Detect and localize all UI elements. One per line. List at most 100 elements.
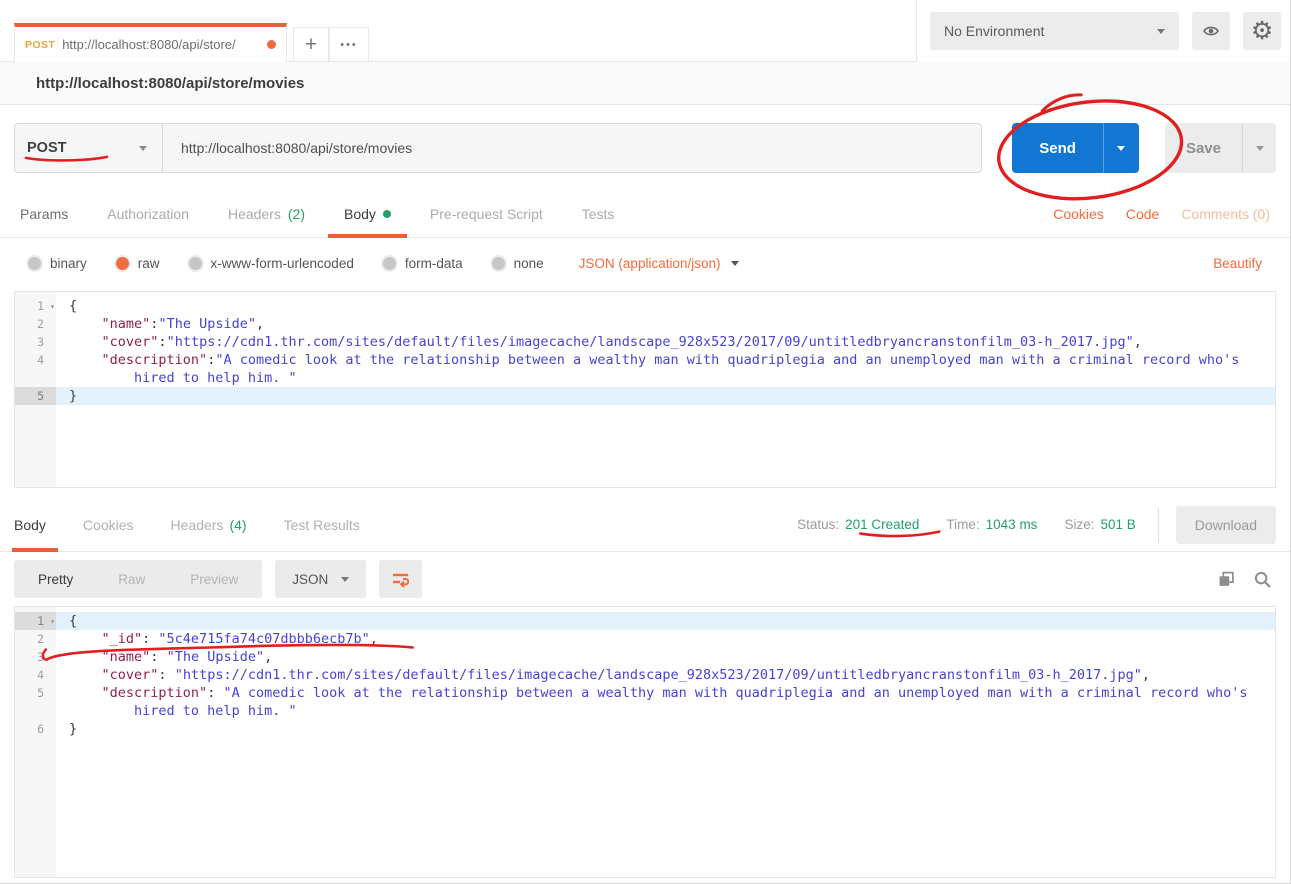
request-tab[interactable]: POST http://localhost:8080/api/store/ bbox=[14, 23, 287, 62]
chevron-down-icon bbox=[1256, 146, 1264, 151]
code-line[interactable]: 2 "_id": "5c4e715fa74c07dbbb6ecb7b", bbox=[15, 630, 1275, 648]
code-token: "5c4e715fa74c07dbbb6ecb7b" bbox=[158, 631, 369, 647]
tab-headers[interactable]: Headers(2) bbox=[228, 191, 305, 237]
request-tabs: Params Authorization Headers(2) Body Pre-req… bbox=[0, 191, 1290, 238]
code-token: "name" bbox=[102, 316, 151, 332]
line-number: 3 bbox=[15, 648, 56, 666]
tab-params[interactable]: Params bbox=[20, 191, 68, 237]
content-type-label: JSON (application/json) bbox=[579, 256, 721, 271]
view-mode-segment: Pretty Raw Preview bbox=[14, 560, 262, 598]
body-mode-label: binary bbox=[50, 256, 87, 271]
code-token: "The Upside" bbox=[167, 649, 265, 665]
link-cookies[interactable]: Cookies bbox=[1053, 206, 1104, 222]
top-bar: POST http://localhost:8080/api/store/ + … bbox=[0, 0, 1290, 62]
tab-pre-request-script[interactable]: Pre-request Script bbox=[430, 191, 543, 237]
fold-arrow-icon[interactable]: ▾ bbox=[50, 298, 55, 316]
line-number bbox=[15, 369, 56, 387]
new-tab-button[interactable]: + bbox=[293, 27, 329, 61]
link-code[interactable]: Code bbox=[1126, 206, 1159, 222]
request-title: http://localhost:8080/api/store/movies bbox=[0, 62, 1290, 105]
code-text: "name":"The Upside", bbox=[56, 315, 1275, 333]
url-input[interactable] bbox=[163, 123, 982, 173]
settings-button[interactable]: ⚙ bbox=[1243, 12, 1281, 50]
body-mode-binary[interactable]: binary bbox=[28, 256, 87, 271]
code-token: : bbox=[142, 631, 158, 647]
tab-label: Test Results bbox=[284, 517, 360, 533]
code-text: } bbox=[56, 387, 1275, 405]
code-line[interactable]: hired to help him. " bbox=[15, 369, 1275, 387]
gear-icon: ⚙ bbox=[1251, 19, 1273, 44]
code-token: { bbox=[69, 613, 77, 629]
code-line[interactable]: 6} bbox=[15, 720, 1275, 738]
tab-label: Pre-request Script bbox=[430, 206, 543, 222]
tab-tests[interactable]: Tests bbox=[582, 191, 615, 237]
beautify-link[interactable]: Beautify bbox=[1213, 256, 1262, 271]
code-line[interactable]: 4 "cover": "https://cdn1.thr.com/sites/d… bbox=[15, 666, 1275, 684]
save-button[interactable]: Save bbox=[1165, 123, 1242, 173]
code-token: "The Upside" bbox=[158, 316, 256, 332]
code-text: hired to help him. " bbox=[56, 369, 1275, 387]
fold-arrow-icon[interactable]: ▾ bbox=[50, 613, 55, 631]
view-mode-pretty[interactable]: Pretty bbox=[38, 572, 73, 587]
environment-select[interactable]: No Environment bbox=[930, 12, 1179, 50]
save-options-button[interactable] bbox=[1242, 123, 1276, 173]
send-button[interactable]: Send bbox=[1012, 123, 1103, 173]
code-line[interactable]: hired to help him. " bbox=[15, 702, 1275, 720]
environment-quicklook-button[interactable] bbox=[1192, 12, 1230, 50]
tab-label: Params bbox=[20, 206, 68, 222]
code-line[interactable]: 3 "name": "The Upside", bbox=[15, 648, 1275, 666]
tab-options-button[interactable]: ••• bbox=[329, 27, 369, 61]
code-token: hired to help him. " bbox=[134, 370, 297, 386]
response-tab-headers[interactable]: Headers(4) bbox=[171, 498, 247, 551]
method-select[interactable]: POST bbox=[14, 123, 163, 173]
copy-icon[interactable] bbox=[1218, 571, 1235, 588]
code-line[interactable]: 1▾{ bbox=[15, 612, 1275, 630]
code-line[interactable]: 4 "description":"A comedic look at the r… bbox=[15, 351, 1275, 369]
code-line[interactable]: 5} bbox=[15, 387, 1275, 405]
body-mode-label: none bbox=[514, 256, 544, 271]
code-text: { bbox=[56, 297, 1275, 315]
view-mode-preview[interactable]: Preview bbox=[190, 572, 238, 587]
code-line[interactable]: 5 "description": "A comedic look at the … bbox=[15, 684, 1275, 702]
response-tab-body[interactable]: Body bbox=[14, 498, 46, 551]
body-mode-x-www-form-urlencoded[interactable]: x-www-form-urlencoded bbox=[189, 256, 354, 271]
code-text: } bbox=[56, 720, 1275, 738]
chevron-down-icon bbox=[139, 146, 147, 151]
code-token: } bbox=[69, 388, 77, 404]
code-line[interactable]: 3 "cover":"https://cdn1.thr.com/sites/de… bbox=[15, 333, 1275, 351]
code-token: } bbox=[69, 721, 77, 737]
code-token bbox=[69, 667, 102, 683]
code-line[interactable]: 1▾{ bbox=[15, 297, 1275, 315]
tab-count-badge: (2) bbox=[288, 206, 305, 222]
response-tab-test-results[interactable]: Test Results bbox=[284, 498, 360, 551]
method-select-label: POST bbox=[27, 140, 66, 156]
content-type-select[interactable]: JSON (application/json) bbox=[579, 256, 740, 271]
view-mode-raw[interactable]: Raw bbox=[118, 572, 145, 587]
tab-authorization[interactable]: Authorization bbox=[107, 191, 189, 237]
code-token: "cover" bbox=[102, 334, 159, 350]
environment-area: No Environment ⚙ bbox=[916, 0, 1290, 62]
response-format-select[interactable]: JSON bbox=[275, 560, 366, 598]
body-mode-raw[interactable]: raw bbox=[116, 256, 160, 271]
radio-icon bbox=[189, 257, 202, 270]
body-mode-none[interactable]: none bbox=[492, 256, 544, 271]
send-options-button[interactable] bbox=[1103, 123, 1139, 173]
search-icon[interactable] bbox=[1254, 571, 1271, 588]
tab-label: Authorization bbox=[107, 206, 189, 222]
wrap-text-button[interactable] bbox=[379, 560, 422, 598]
tab-body[interactable]: Body bbox=[344, 191, 391, 237]
url-builder-row: POST Send Save bbox=[0, 105, 1290, 191]
code-text: "description": "A comedic look at the re… bbox=[56, 684, 1275, 702]
download-button[interactable]: Download bbox=[1176, 506, 1276, 544]
code-line[interactable]: 2 "name":"The Upside", bbox=[15, 315, 1275, 333]
body-mode-form-data[interactable]: form-data bbox=[383, 256, 463, 271]
link-comments-0[interactable]: Comments (0) bbox=[1181, 206, 1270, 222]
code-token: , bbox=[370, 631, 378, 647]
code-text: "description":"A comedic look at the rel… bbox=[56, 351, 1275, 369]
response-tab-cookies[interactable]: Cookies bbox=[83, 498, 134, 551]
body-mode-row: binary raw x-www-form-urlencoded form-data n… bbox=[0, 238, 1290, 288]
response-body-editor[interactable]: 1▾{2 "_id": "5c4e715fa74c07dbbb6ecb7b",3… bbox=[14, 606, 1276, 878]
request-body-editor[interactable]: 1▾{2 "name":"The Upside",3 "cover":"http… bbox=[14, 291, 1276, 488]
response-stats: Status: 201 Created Time: 1043 ms Size: … bbox=[770, 506, 1276, 544]
line-number: 4 bbox=[15, 351, 56, 369]
